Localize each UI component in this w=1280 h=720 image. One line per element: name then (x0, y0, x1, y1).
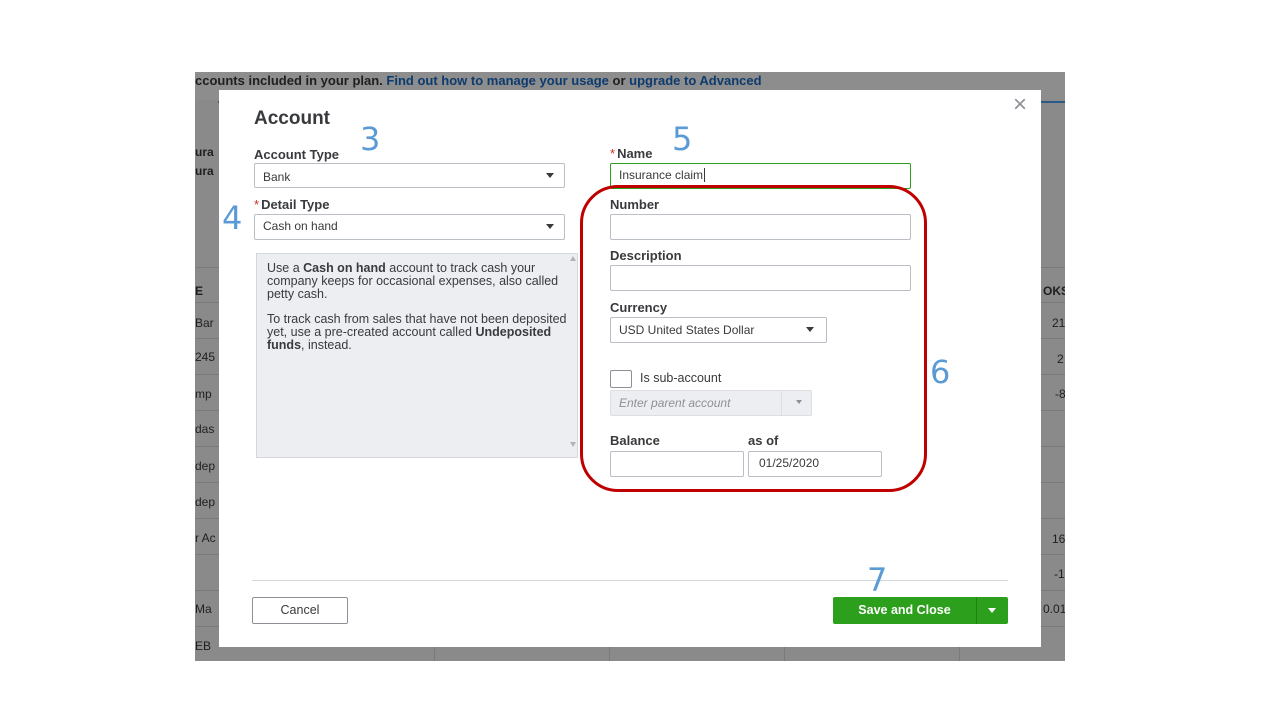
account-type-select[interactable]: Bank (254, 163, 565, 188)
close-icon[interactable]: × (1008, 93, 1032, 118)
required-mark: * (610, 146, 616, 161)
dialog-title: Account (254, 108, 330, 129)
detail-type-value: Cash on hand (263, 219, 338, 233)
account-type-value: Bank (263, 170, 291, 184)
banner-text: ccounts included in your plan. (195, 73, 387, 88)
bg-text: EB (195, 639, 212, 653)
chevron-down-icon (988, 608, 996, 613)
scroll-up-icon[interactable] (570, 256, 576, 261)
detail-type-label-text: Detail Type (261, 197, 330, 212)
annotation-number: 3 (360, 120, 381, 158)
save-options-dropdown[interactable] (977, 597, 1008, 624)
detail-type-description: Use a Cash on hand account to track cash… (256, 253, 578, 458)
upgrade-link[interactable]: upgrade to Advanced (629, 73, 761, 88)
annotation-number: 5 (672, 120, 693, 158)
cancel-button[interactable]: Cancel (252, 597, 348, 624)
text-cursor (704, 168, 709, 182)
bg-text: 21 (1052, 316, 1065, 330)
save-and-close-label[interactable]: Save and Close (833, 597, 976, 624)
desc-text: Use a (267, 261, 304, 275)
bg-text: 2 (1057, 352, 1064, 366)
manage-usage-link[interactable]: Find out how to manage your usage (386, 73, 608, 88)
chevron-down-icon (546, 173, 554, 178)
annotation-number: 4 (222, 199, 243, 237)
bg-text: dep (195, 459, 216, 473)
desc-bold: Cash on hand (303, 261, 386, 275)
banner-or: or (608, 73, 630, 88)
bg-text: 0.01 (1043, 602, 1065, 616)
account-type-label: Account Type (254, 147, 339, 162)
name-label-text: Name (617, 146, 653, 161)
name-label: * Name (610, 146, 652, 161)
annotation-number: 7 (867, 561, 888, 599)
save-and-close-button[interactable]: Save and Close (833, 597, 1008, 624)
chevron-down-icon (546, 224, 554, 229)
detail-type-select[interactable]: Cash on hand (254, 214, 565, 240)
bg-text: 245 (195, 350, 216, 364)
bg-text: mp (195, 387, 212, 401)
bg-text: -1 (1054, 567, 1065, 581)
bg-text: OKS (1043, 284, 1065, 298)
bg-text: das (195, 422, 215, 436)
bg-text: E (195, 284, 204, 298)
name-value: Insurance claim (619, 168, 704, 182)
desc-text: , instead. (301, 338, 352, 352)
bg-text: Ma (195, 602, 212, 616)
bg-text: Bar (195, 316, 214, 330)
description-paragraph: Use a Cash on hand account to track cash… (267, 262, 567, 301)
description-paragraph: To track cash from sales that have not b… (267, 313, 567, 352)
bg-text: 16 (1052, 532, 1065, 546)
scroll-down-icon[interactable] (570, 442, 576, 447)
bg-text: -8 (1055, 387, 1065, 401)
footer-divider (252, 580, 1008, 581)
bg-text: dep (195, 495, 216, 509)
bg-text: ura (195, 145, 214, 159)
annotation-number: 6 (930, 353, 951, 391)
bg-text: r Ac (195, 531, 216, 545)
bg-text: ura (195, 164, 214, 178)
required-mark: * (254, 197, 260, 212)
detail-type-label: * Detail Type (254, 197, 329, 212)
annotation-highlight-ring (580, 185, 927, 492)
